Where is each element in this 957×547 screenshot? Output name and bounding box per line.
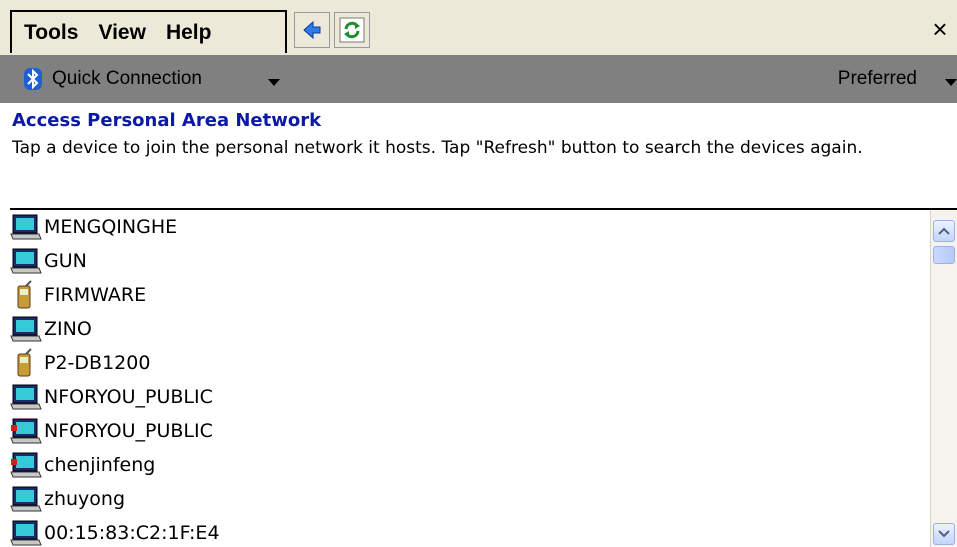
list-item[interactable]: ZINO	[10, 312, 930, 346]
menu-group: Tools View Help	[10, 10, 287, 53]
device-name: NFORYOU_PUBLIC	[44, 386, 213, 408]
menu-tools[interactable]: Tools	[12, 12, 88, 53]
bluetooth-icon	[24, 68, 42, 90]
back-arrow-icon	[303, 20, 321, 40]
device-name: FIRMWARE	[44, 284, 147, 306]
device-name: chenjinfeng	[44, 454, 156, 476]
scroll-up-button[interactable]	[933, 220, 955, 242]
list-item[interactable]: NFORYOU_PUBLIC	[10, 380, 930, 414]
menu-help[interactable]: Help	[156, 12, 222, 53]
computer-connected-icon	[10, 416, 42, 446]
device-name: 00:15:83:C2:1F:E4	[44, 522, 220, 544]
chevron-up-icon	[938, 227, 950, 235]
menu-view[interactable]: View	[88, 12, 155, 53]
computer-icon	[10, 212, 42, 242]
list-item[interactable]: chenjinfeng	[10, 448, 930, 482]
profile-dropdown[interactable]: Quick Connection	[52, 68, 202, 90]
phone-icon	[10, 280, 42, 310]
device-name: P2-DB1200	[44, 352, 151, 374]
phone-icon	[10, 348, 42, 378]
page-description: Tap a device to join the personal networ…	[12, 138, 863, 158]
device-name: ZINO	[44, 318, 92, 340]
list-item[interactable]: NFORYOU_PUBLIC	[10, 414, 930, 448]
computer-icon	[10, 314, 42, 344]
computer-icon	[10, 518, 42, 547]
device-list[interactable]: MENGQINGHE GUN FIRMWARE ZINO P2-DB1200 NFORYO…	[10, 210, 930, 547]
list-item[interactable]: MENGQINGHE	[10, 210, 930, 244]
device-name: zhuyong	[44, 488, 126, 510]
menu-bar: Tools View Help ×	[0, 0, 957, 55]
computer-connected-icon	[10, 450, 42, 480]
computer-icon	[10, 484, 42, 514]
preferred-arrow-icon[interactable]	[945, 79, 957, 86]
dropdown-arrow-icon[interactable]	[268, 79, 280, 86]
device-name: GUN	[44, 250, 87, 272]
page-title: Access Personal Area Network	[12, 110, 322, 131]
close-button[interactable]: ×	[923, 8, 957, 50]
refresh-button[interactable]	[334, 12, 370, 48]
computer-icon	[10, 382, 42, 412]
connection-bar: Quick Connection Preferred	[0, 55, 957, 103]
preferred-dropdown[interactable]: Preferred	[838, 68, 917, 90]
scroll-down-button[interactable]	[933, 523, 955, 545]
list-item[interactable]: 00:15:83:C2:1F:E4	[10, 516, 930, 547]
device-name: MENGQINGHE	[44, 216, 178, 238]
chevron-down-icon	[938, 530, 950, 538]
device-name: NFORYOU_PUBLIC	[44, 420, 213, 442]
scroll-thumb[interactable]	[933, 246, 955, 264]
computer-icon	[10, 246, 42, 276]
list-item[interactable]: zhuyong	[10, 482, 930, 516]
vertical-scrollbar[interactable]	[930, 210, 957, 547]
list-item[interactable]: FIRMWARE	[10, 278, 930, 312]
list-item[interactable]: P2-DB1200	[10, 346, 930, 380]
refresh-icon	[339, 17, 365, 43]
list-item[interactable]: GUN	[10, 244, 930, 278]
back-button[interactable]	[294, 12, 330, 48]
